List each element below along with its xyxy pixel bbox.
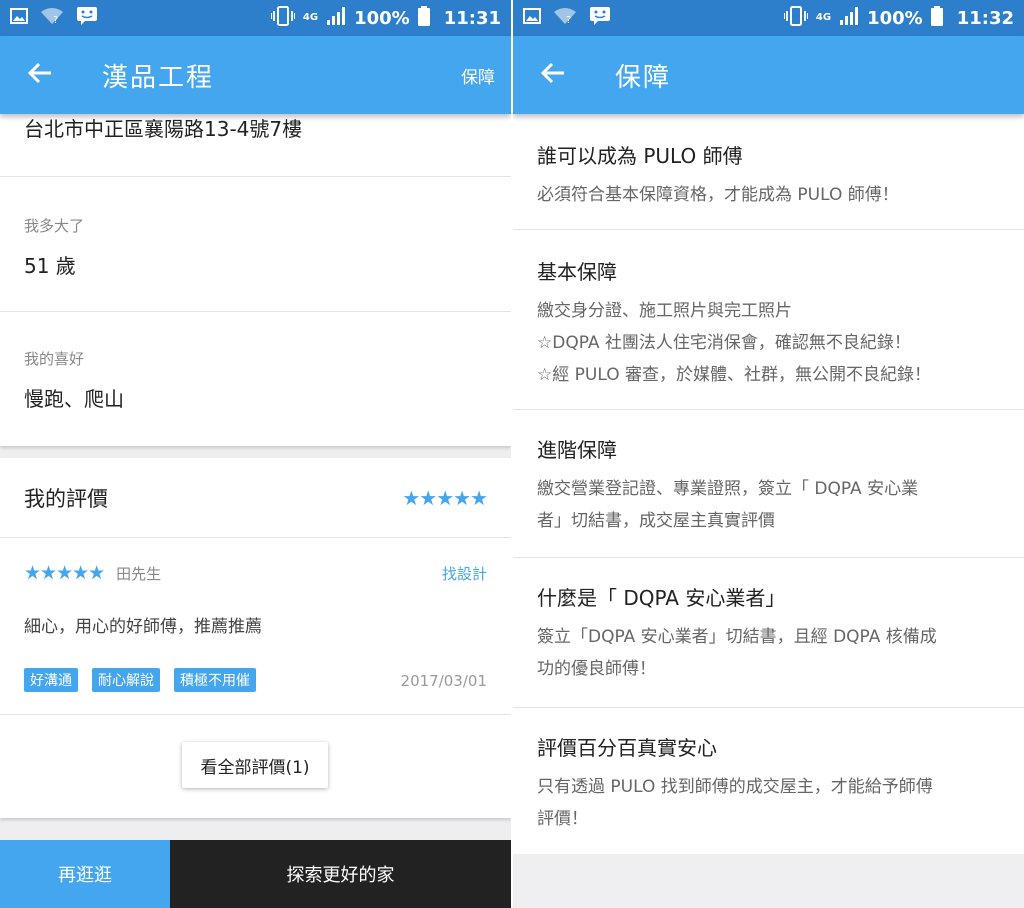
review-rating-stars: ★★★★★	[24, 562, 105, 584]
page-title: 保障	[615, 62, 672, 93]
guarantee-item-basic: 基本保障 繳交身分證、施工照片與完工照片 ☆DQPA 社團法人住宅消保會，確認無…	[513, 230, 1024, 410]
guarantee-description: 只有透過 PULO 找到師傅的成交屋主，才能給予師傅 評價！	[537, 771, 1000, 835]
message-icon	[76, 6, 98, 30]
guarantee-line: 必須符合基本保障資格，才能成為 PULO 師傅！	[537, 185, 899, 205]
app-bar: 漢品工程 保障	[0, 36, 511, 114]
status-bar: ? 4G 100% 11:31	[0, 0, 511, 36]
signal-icon	[839, 6, 859, 31]
review-tag: 積極不用催	[174, 668, 256, 692]
back-arrow-icon	[540, 62, 566, 88]
browse-more-button[interactable]: 再逛逛	[0, 840, 170, 908]
guarantee-item-dqpa: 什麼是「 DQPA 安心業者」 簽立「DQPA 安心業者」切結書，且經 DQPA…	[513, 558, 1024, 708]
review-tag: 耐心解說	[92, 668, 160, 692]
battery-icon	[930, 5, 943, 31]
review-text: 細心，用心的好師傅，推薦推薦	[24, 617, 262, 637]
image-icon	[10, 8, 28, 28]
battery-icon	[417, 5, 430, 31]
guarantee-line: 繳交營業登記證、專業證照，簽立「 DQPA 安心業	[537, 479, 919, 499]
right-screen: ? 4G 100% 11:32 保障 誰可以成為 PULO 師傅 必須符合基本保…	[513, 0, 1024, 908]
reviews-card: 我的評價 ★★★★★ ★★★★★ 田先生 找設計 細心，用心的好師傅，推薦推薦 …	[0, 458, 511, 818]
guarantee-description: 必須符合基本保障資格，才能成為 PULO 師傅！	[537, 179, 1000, 211]
guarantee-line: 繳交身分證、施工照片與完工照片	[537, 301, 792, 321]
guarantee-link[interactable]: 保障	[461, 63, 495, 88]
guarantee-line: 簽立「DQPA 安心業者」切結書，且經 DQPA 核備成	[537, 627, 937, 647]
message-icon	[589, 6, 611, 30]
hobby-row: 我的喜好 慢跑、爬山	[0, 312, 511, 446]
image-icon	[523, 8, 541, 28]
guarantee-item-who: 誰可以成為 PULO 師傅 必須符合基本保障資格，才能成為 PULO 師傅！	[513, 114, 1024, 230]
reviewer-name: 田先生	[116, 564, 162, 583]
review-date: 2017/03/01	[400, 672, 487, 690]
clock: 11:32	[956, 7, 1014, 29]
guarantee-line: 者」切結書，成交屋主真實評價	[537, 511, 775, 531]
reviews-title: 我的評價	[24, 486, 108, 511]
review-item: ★★★★★ 田先生 找設計 細心，用心的好師傅，推薦推薦 好溝通 耐心解說 積極…	[0, 538, 511, 715]
guarantee-description: 繳交營業登記證、專業證照，簽立「 DQPA 安心業 者」切結書，成交屋主真實評價	[537, 473, 1000, 537]
guarantee-item-advanced: 進階保障 繳交營業登記證、專業證照，簽立「 DQPA 安心業 者」切結書，成交屋…	[513, 410, 1024, 558]
battery-percent: 100%	[867, 7, 923, 29]
wifi-icon: ?	[553, 7, 577, 29]
hobby-label: 我的喜好	[24, 350, 85, 368]
guarantee-title: 評價百分百真實安心	[537, 736, 717, 760]
review-service-type: 找設計	[441, 564, 487, 583]
guarantee-line: 評價！	[537, 809, 588, 829]
wifi-icon: ?	[40, 7, 64, 29]
age-value: 51 歲	[24, 254, 76, 278]
address-text: 台北市中正區襄陽路13-4號7樓	[24, 117, 303, 141]
battery-percent: 100%	[354, 7, 410, 29]
network-type: 4G	[302, 12, 319, 23]
bottom-action-bar: 再逛逛 探索更好的家	[0, 840, 511, 908]
page-title: 漢品工程	[102, 62, 215, 93]
guarantee-title: 基本保障	[537, 260, 617, 284]
review-tags: 好溝通 耐心解說 積極不用催	[24, 668, 256, 692]
svg-text:?: ?	[566, 15, 571, 25]
age-label: 我多大了	[24, 217, 85, 235]
app-bar: 保障	[513, 36, 1024, 114]
guarantee-description: 簽立「DQPA 安心業者」切結書，且經 DQPA 核備成 功的優良師傅！	[537, 621, 1000, 685]
back-arrow-icon	[27, 62, 53, 88]
left-screen: ? 4G 100% 11:31 漢品工程 保障 台北市中正區襄陽路13-4號7樓…	[0, 0, 511, 908]
guarantee-line: 只有透過 PULO 找到師傅的成交屋主，才能給予師傅	[537, 777, 933, 797]
vibrate-icon	[270, 5, 296, 31]
guarantee-line: 功的優良師傅！	[537, 659, 656, 679]
profile-card: 台北市中正區襄陽路13-4號7樓 我多大了 51 歲 我的喜好 慢跑、爬山	[0, 114, 511, 446]
back-button[interactable]	[0, 36, 80, 114]
vibrate-icon	[783, 5, 809, 31]
guarantee-title: 進階保障	[537, 438, 617, 462]
guarantee-description: 繳交身分證、施工照片與完工照片 ☆DQPA 社團法人住宅消保會，確認無不良紀錄！…	[537, 295, 1000, 391]
guarantee-line: ☆DQPA 社團法人住宅消保會，確認無不良紀錄！	[537, 333, 911, 353]
hobby-value: 慢跑、爬山	[24, 387, 124, 411]
clock: 11:31	[443, 7, 501, 29]
age-row: 我多大了 51 歲	[0, 177, 511, 312]
review-tag: 好溝通	[24, 668, 78, 692]
svg-text:?: ?	[53, 15, 58, 25]
guarantee-line: ☆經 PULO 審查，於媒體、社群，無公開不良紀錄！	[537, 365, 931, 385]
address-row: 台北市中正區襄陽路13-4號7樓	[0, 114, 511, 177]
view-all-reviews-button[interactable]: 看全部評價(1)	[182, 742, 328, 788]
reviews-header: 我的評價 ★★★★★	[0, 458, 511, 538]
overall-rating-stars: ★★★★★	[402, 485, 488, 510]
signal-icon	[326, 6, 346, 31]
guarantee-list: 誰可以成為 PULO 師傅 必須符合基本保障資格，才能成為 PULO 師傅！ 基…	[513, 114, 1024, 854]
status-bar: ? 4G 100% 11:32	[513, 0, 1024, 36]
guarantee-title: 誰可以成為 PULO 師傅	[537, 144, 743, 168]
explore-better-home-button[interactable]: 探索更好的家	[170, 840, 511, 908]
back-button[interactable]	[513, 36, 593, 114]
guarantee-title: 什麼是「 DQPA 安心業者」	[537, 586, 786, 610]
network-type: 4G	[815, 12, 832, 23]
guarantee-item-reviews: 評價百分百真實安心 只有透過 PULO 找到師傅的成交屋主，才能給予師傅 評價！	[513, 708, 1024, 854]
